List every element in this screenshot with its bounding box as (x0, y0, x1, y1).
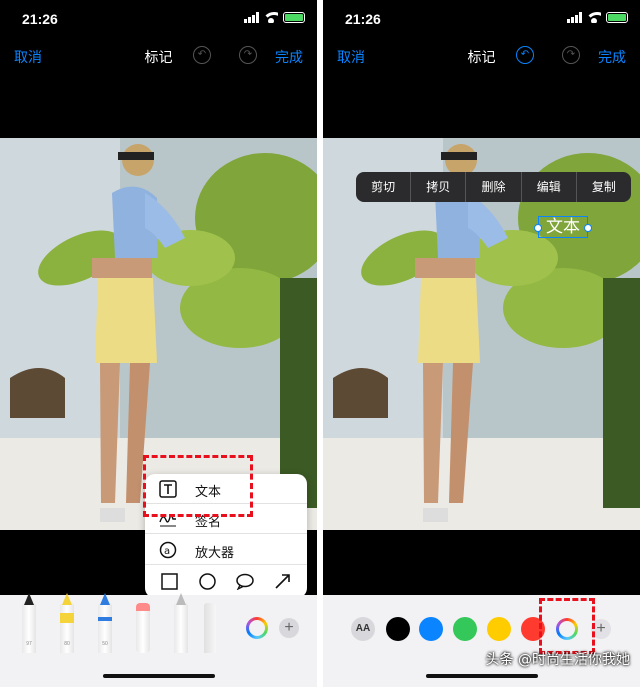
popover-item-label: 放大器 (195, 545, 235, 560)
pencil-tip-icon (100, 593, 110, 605)
font-format-button[interactable]: AA (351, 617, 375, 641)
wifi-icon (264, 12, 278, 23)
arrow-icon[interactable] (274, 573, 291, 590)
add-markup-icon[interactable]: + (279, 618, 299, 638)
color-swatch-yellow[interactable] (487, 617, 511, 641)
status-time: 21:26 (345, 11, 381, 27)
resize-handle-right[interactable] (584, 224, 592, 232)
highlighter-tip-icon (62, 593, 72, 605)
edit-context-menu: 剪切 拷贝 删除 编辑 复制 (356, 172, 631, 202)
resize-handle-left[interactable] (534, 224, 542, 232)
pen-tool[interactable]: 97 (22, 593, 36, 653)
drawing-toolbar: 97 80 50 + (0, 593, 317, 661)
status-icons (567, 12, 628, 23)
lasso-tool[interactable] (174, 593, 188, 653)
eraser-icon (136, 603, 150, 611)
menu-item-copy[interactable]: 拷贝 (411, 172, 467, 202)
wifi-icon (587, 12, 601, 23)
color-picker-icon[interactable] (246, 617, 268, 639)
markup-nav-bar: 取消 标记 ↶ ↷ 完成 (323, 38, 640, 74)
color-swatch-green[interactable] (453, 617, 477, 641)
speech-bubble-icon[interactable] (236, 573, 254, 591)
left-screen: 21:26 取消 标记 ↶ ↷ 完成 文本 签名 a 放大器 97 80 50 … (0, 0, 317, 687)
ruler-tool[interactable] (204, 603, 216, 653)
status-time: 21:26 (22, 11, 58, 27)
pen-tip-icon (24, 593, 34, 605)
menu-item-edit[interactable]: 编辑 (522, 172, 577, 202)
battery-icon (283, 12, 305, 23)
lasso-tip-icon (176, 593, 186, 605)
page-title: 标记 (144, 49, 173, 65)
status-bar: 21:26 (323, 0, 640, 38)
square-icon[interactable] (161, 573, 178, 590)
pencil-tool[interactable]: 50 (98, 593, 112, 653)
cellular-signal-icon (244, 12, 259, 23)
menu-item-cut[interactable]: 剪切 (356, 172, 412, 202)
eraser-tool[interactable] (136, 603, 150, 653)
color-swatch-black[interactable] (386, 617, 410, 641)
redo-icon[interactable]: ↷ (562, 46, 580, 64)
home-area (0, 661, 317, 687)
undo-icon[interactable]: ↶ (516, 46, 534, 64)
highlighter-tool[interactable]: 80 (60, 593, 74, 653)
watermark: 头条 @时尚生活你我她 (485, 652, 630, 668)
battery-icon (606, 12, 628, 23)
popover-item-magnifier[interactable]: a 放大器 (145, 535, 307, 565)
highlight-box-color-picker (539, 598, 595, 654)
right-screen: 21:26 取消 标记 ↶ ↷ 完成 剪切 拷贝 删除 编辑 复制 文本 AA … (323, 0, 640, 687)
redo-icon[interactable]: ↷ (239, 46, 257, 64)
highlight-box-text-option (143, 455, 253, 517)
status-icons (244, 12, 305, 23)
magnifier-icon: a (159, 541, 177, 559)
menu-item-duplicate[interactable]: 复制 (577, 172, 631, 202)
home-indicator[interactable] (426, 674, 538, 678)
page-title: 标记 (467, 49, 496, 65)
undo-icon[interactable]: ↶ (193, 46, 211, 64)
cellular-signal-icon (567, 12, 582, 23)
done-button[interactable]: 完成 (275, 47, 303, 67)
menu-item-delete[interactable]: 删除 (466, 172, 522, 202)
text-annotation[interactable]: 文本 (534, 216, 592, 238)
markup-nav-bar: 取消 标记 ↶ ↷ 完成 (0, 38, 317, 74)
text-annotation-label: 文本 (546, 217, 580, 236)
svg-text:a: a (164, 546, 170, 557)
circle-icon[interactable] (199, 573, 216, 590)
color-swatch-blue[interactable] (419, 617, 443, 641)
status-bar: 21:26 (0, 0, 317, 38)
home-indicator[interactable] (103, 674, 215, 678)
done-button[interactable]: 完成 (598, 47, 626, 67)
